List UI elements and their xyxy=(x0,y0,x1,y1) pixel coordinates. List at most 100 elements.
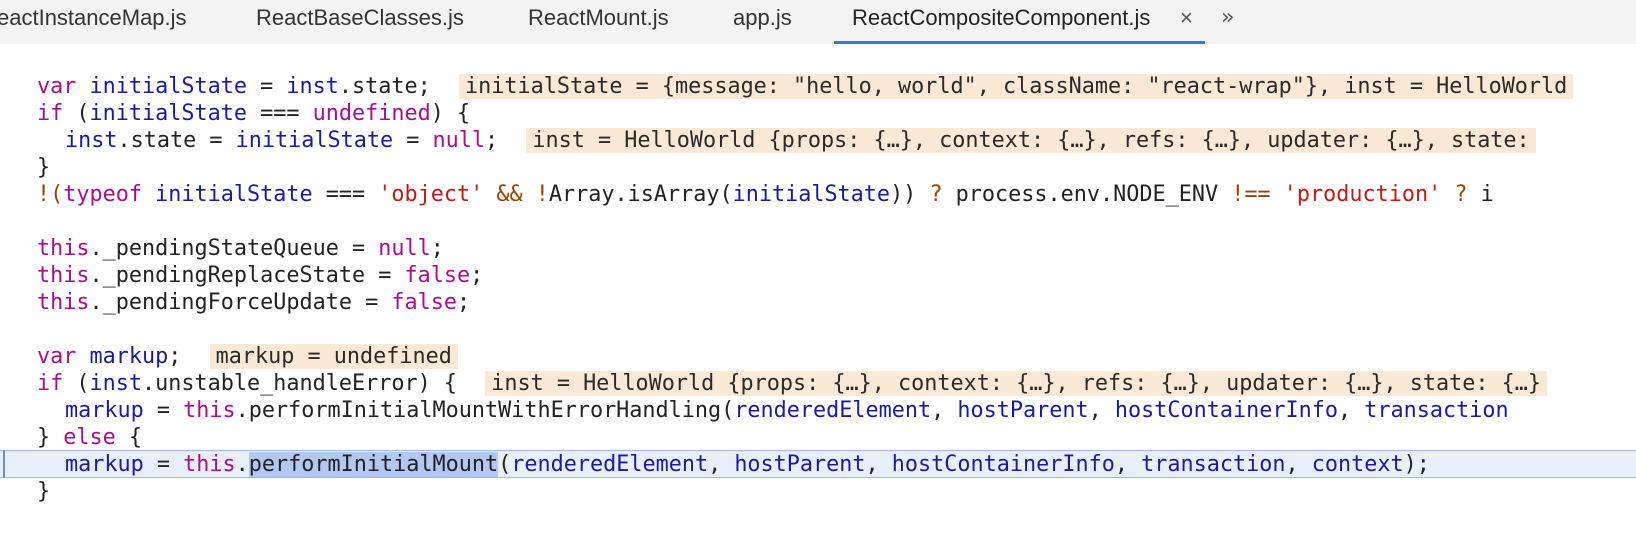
code-text: ( xyxy=(63,101,90,126)
code-text: , xyxy=(931,398,958,423)
operator: ! xyxy=(535,182,549,207)
code-line-5: !(typeof initialState === 'object' && !A… xyxy=(37,181,1494,208)
identifier: markup xyxy=(89,344,169,369)
operator: && xyxy=(483,182,536,207)
code-text: ._pendingForceUpdate = xyxy=(89,290,392,315)
identifier: initialState xyxy=(155,182,313,207)
identifier: inst xyxy=(65,128,118,153)
inline-value-hint: initialState = {message: "hello, world",… xyxy=(458,74,1574,99)
code-editor[interactable]: var initialState = inst.state; initialSt… xyxy=(0,44,1636,542)
identifier: initialState xyxy=(89,74,247,99)
code-text: ._pendingReplaceState = xyxy=(89,263,405,288)
keyword: false xyxy=(391,290,457,315)
tab-label: ReactBaseClasses.js xyxy=(256,5,464,30)
tab-label: app.js xyxy=(733,5,792,30)
identifier: initialState xyxy=(732,182,891,207)
code-text: .unstable_handleError) { xyxy=(142,371,457,396)
identifier: renderedElement xyxy=(511,452,709,477)
keyword: this xyxy=(37,290,90,315)
code-line-10: if (inst.unstable_handleError) { inst = … xyxy=(37,370,1548,397)
operator: ? xyxy=(1441,182,1481,207)
keyword: var xyxy=(37,344,77,369)
selected-function-name[interactable]: performInitialMount xyxy=(248,452,499,477)
code-line-12: } else { xyxy=(37,424,142,451)
code-text: ); xyxy=(1403,452,1430,477)
identifier: markup xyxy=(65,398,144,423)
keyword: undefined xyxy=(312,101,431,126)
code-line-7: this._pendingReplaceState = false; xyxy=(37,262,483,289)
code-line-1: var initialState = inst.state; initialSt… xyxy=(37,73,1574,100)
code-text: Array.isArray( xyxy=(548,182,733,207)
identifier: markup xyxy=(65,452,144,477)
inline-value-hint: markup = undefined xyxy=(209,344,458,369)
code-text: { xyxy=(115,425,142,450)
editor-tab-bar: eactInstanceMap.js ReactBaseClasses.js R… xyxy=(0,0,1636,45)
code-text: ( xyxy=(498,452,512,477)
identifier: transaction xyxy=(1364,398,1509,423)
identifier: initialState xyxy=(235,128,394,153)
devtools-sources-panel: eactInstanceMap.js ReactBaseClasses.js R… xyxy=(0,0,1636,542)
code-text: , xyxy=(865,452,892,477)
keyword: var xyxy=(37,74,77,99)
keyword: null xyxy=(378,236,431,261)
operator: = xyxy=(393,128,433,153)
tab-react-base-classes[interactable]: ReactBaseClasses.js xyxy=(256,0,464,44)
inline-value-hint: inst = HelloWorld {props: {…}, context: … xyxy=(485,371,1548,396)
identifier: transaction xyxy=(1141,452,1286,477)
inline-value-hint: inst = HelloWorld {props: {…}, context: … xyxy=(526,128,1536,153)
tab-react-mount[interactable]: ReactMount.js xyxy=(528,0,669,44)
identifier: initialState xyxy=(89,101,247,126)
code-text: , xyxy=(1285,452,1312,477)
tab-react-instance-map[interactable]: eactInstanceMap.js xyxy=(0,0,187,44)
code-text: } xyxy=(37,479,51,504)
operator: ? xyxy=(929,182,943,207)
code-line-4: } xyxy=(37,154,50,181)
keyword: typeof xyxy=(63,182,142,207)
code-text: ) { xyxy=(430,101,471,126)
code-text: ; xyxy=(168,344,182,369)
code-text: ; xyxy=(470,263,484,288)
keyword: if xyxy=(37,101,64,126)
identifier: hostParent xyxy=(957,398,1089,423)
code-text: . xyxy=(235,452,249,477)
keyword: if xyxy=(37,371,64,396)
breakpoint-gutter-marker xyxy=(3,450,5,478)
code-line-8: this._pendingForceUpdate = false; xyxy=(37,289,470,316)
keyword: this xyxy=(37,263,90,288)
code-line-11: markup = this.performInitialMountWithErr… xyxy=(65,397,1509,424)
operator: !== xyxy=(1231,182,1271,207)
string-literal: 'production' xyxy=(1270,182,1442,207)
tab-label: ReactMount.js xyxy=(528,5,669,30)
code-text: , xyxy=(708,452,735,477)
code-text: i xyxy=(1480,182,1494,207)
code-line-9: var markup; markup = undefined xyxy=(37,343,458,370)
close-tab-icon[interactable]: × xyxy=(1180,0,1193,36)
keyword: false xyxy=(404,263,471,288)
keyword: this xyxy=(37,236,90,261)
keyword: null xyxy=(432,128,485,153)
keyword: else xyxy=(63,425,116,450)
tab-label: ReactCompositeComponent.js xyxy=(852,5,1151,30)
code-text: .state = xyxy=(117,128,236,153)
code-text: ; xyxy=(430,236,444,261)
code-text: ( xyxy=(63,371,90,396)
code-text: .performInitialMountWithErrorHandling( xyxy=(235,398,735,423)
code-text: , xyxy=(1114,452,1142,477)
identifier: inst xyxy=(89,371,143,396)
identifier: renderedElement xyxy=(734,398,932,423)
code-text: ; xyxy=(484,128,499,153)
operator: !( xyxy=(37,182,64,207)
code-text: , xyxy=(1337,398,1365,423)
identifier: hostParent xyxy=(734,452,866,477)
tab-app-js[interactable]: app.js xyxy=(733,0,792,44)
identifier: inst xyxy=(286,74,339,99)
code-text: } xyxy=(37,425,64,450)
keyword: this xyxy=(183,398,236,423)
code-text: ; xyxy=(456,290,471,315)
tab-overflow-chevron-icon[interactable]: » xyxy=(1221,0,1234,36)
code-line-3: inst.state = initialState = null; inst =… xyxy=(65,127,1536,154)
identifier: hostContainerInfo xyxy=(891,452,1115,477)
code-text: } xyxy=(37,155,51,180)
tab-react-composite-component[interactable]: ReactCompositeComponent.js × xyxy=(834,0,1205,44)
operator: === xyxy=(246,101,313,126)
